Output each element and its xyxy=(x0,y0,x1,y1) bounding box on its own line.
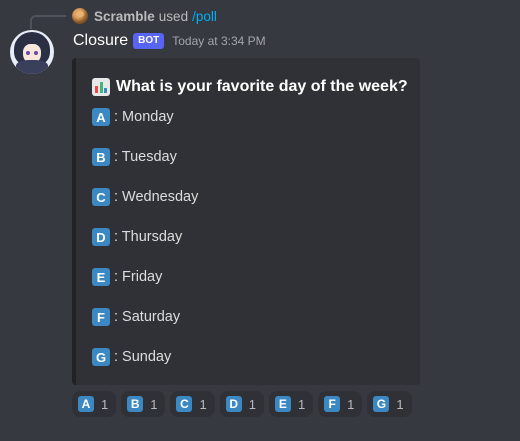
reaction-count: 1 xyxy=(199,396,207,412)
reply-avatar-icon[interactable] xyxy=(72,8,88,24)
poll-option-label: : Sunday xyxy=(114,349,172,365)
reaction-f[interactable]: F 1 xyxy=(318,391,363,417)
reaction-count: 1 xyxy=(347,396,355,412)
reply-username[interactable]: Scramble xyxy=(94,9,155,24)
poll-option-f: F : Saturday xyxy=(92,308,180,326)
regional-g-icon: G xyxy=(92,348,110,366)
poll-option-c: C : Wednesday xyxy=(92,188,198,206)
poll-option-label: : Wednesday xyxy=(114,189,199,205)
poll-embed: What is your favorite day of the week? A… xyxy=(72,58,420,385)
poll-option-e: E : Friday xyxy=(92,268,162,286)
regional-c-icon: C xyxy=(176,396,193,412)
poll-option-d: D : Thursday xyxy=(92,228,182,246)
regional-a-icon: A xyxy=(92,108,110,126)
username[interactable]: Closure xyxy=(73,32,128,50)
avatar[interactable] xyxy=(10,30,54,74)
poll-title: What is your favorite day of the week? xyxy=(92,78,408,96)
poll-option-b: B : Tuesday xyxy=(92,148,177,166)
reaction-d[interactable]: D 1 xyxy=(219,391,264,417)
poll-option-label: : Monday xyxy=(114,109,174,125)
bot-badge: BOT xyxy=(133,33,165,49)
reaction-count: 1 xyxy=(150,396,158,412)
reaction-bar: A 1 B 1 C 1 D 1 E 1 F 1 G 1 xyxy=(72,391,412,417)
reaction-count: 1 xyxy=(101,396,109,412)
poll-option-label: : Friday xyxy=(114,269,163,285)
reaction-b[interactable]: B 1 xyxy=(121,391,166,417)
reaction-g[interactable]: G 1 xyxy=(367,391,412,417)
reply-command[interactable]: /poll xyxy=(192,9,217,24)
reaction-a[interactable]: A 1 xyxy=(72,391,117,417)
regional-b-icon: B xyxy=(127,396,144,412)
reply-connector xyxy=(30,15,66,29)
regional-c-icon: C xyxy=(92,188,110,206)
reaction-count: 1 xyxy=(248,396,256,412)
regional-d-icon: D xyxy=(225,396,242,412)
poll-option-label: : Tuesday xyxy=(114,149,177,165)
regional-e-icon: E xyxy=(92,268,110,286)
poll-option-label: : Thursday xyxy=(114,229,183,245)
regional-f-icon: F xyxy=(92,308,110,326)
reaction-c[interactable]: C 1 xyxy=(170,391,215,417)
regional-e-icon: E xyxy=(274,396,291,412)
poll-option-label: : Saturday xyxy=(114,309,181,325)
regional-f-icon: F xyxy=(324,396,341,412)
regional-g-icon: G xyxy=(373,396,390,412)
bar-chart-icon xyxy=(92,78,110,96)
regional-b-icon: B xyxy=(92,148,110,166)
poll-option-a: A : Monday xyxy=(92,108,174,126)
timestamp[interactable]: Today at 3:34 PM xyxy=(172,34,265,48)
regional-a-icon: A xyxy=(78,396,94,412)
reaction-e[interactable]: E 1 xyxy=(268,391,314,417)
reaction-count: 1 xyxy=(396,396,404,412)
poll-option-g: G : Sunday xyxy=(92,348,171,366)
reply-header: Scramble used /poll xyxy=(72,7,217,25)
regional-d-icon: D xyxy=(92,228,110,246)
reaction-count: 1 xyxy=(297,396,306,412)
poll-title-text: What is your favorite day of the week? xyxy=(116,78,408,95)
message-header: Closure BOT Today at 3:34 PM xyxy=(73,32,266,50)
reply-used-text: used xyxy=(158,8,189,24)
